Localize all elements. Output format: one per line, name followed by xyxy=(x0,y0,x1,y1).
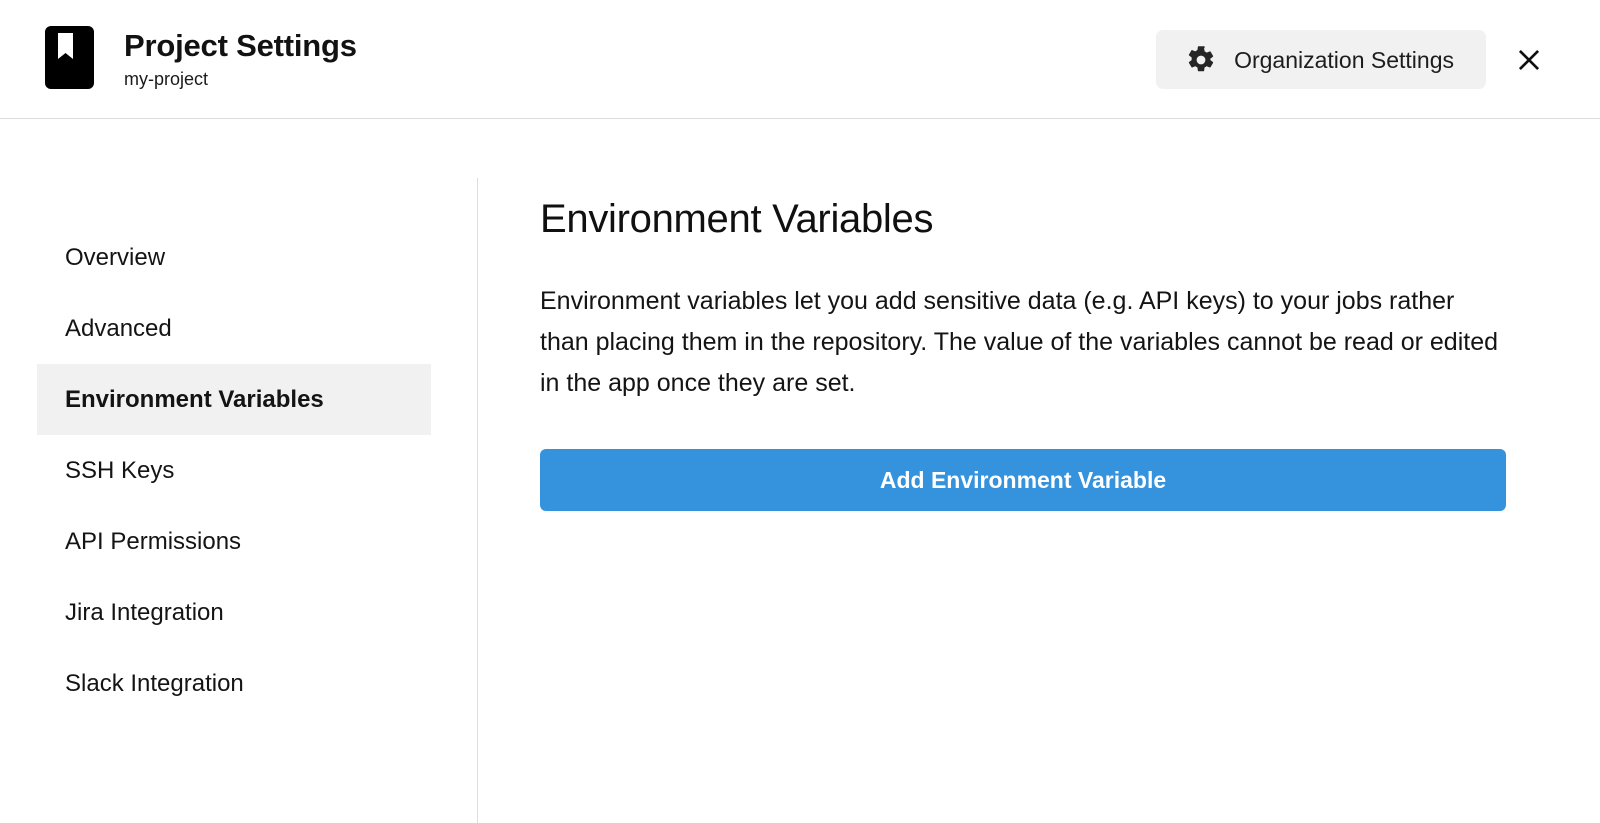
page-body: Overview Advanced Environment Variables … xyxy=(0,119,1600,823)
main-content: Environment Variables Environment variab… xyxy=(540,119,1540,511)
sidebar-item-advanced[interactable]: Advanced xyxy=(37,293,431,364)
content-divider xyxy=(477,178,478,823)
settings-sidebar: Overview Advanced Environment Variables … xyxy=(0,119,470,719)
project-settings-page: Project Settings my-project Organization… xyxy=(0,0,1600,823)
page-header: Project Settings my-project Organization… xyxy=(0,0,1600,119)
sidebar-item-jira-integration[interactable]: Jira Integration xyxy=(37,577,431,648)
page-title: Project Settings xyxy=(124,28,357,64)
close-icon xyxy=(1515,46,1543,74)
organization-settings-button[interactable]: Organization Settings xyxy=(1156,30,1486,89)
section-description: Environment variables let you add sensit… xyxy=(540,281,1503,404)
sidebar-item-ssh-keys[interactable]: SSH Keys xyxy=(37,435,431,506)
sidebar-item-environment-variables[interactable]: Environment Variables xyxy=(37,364,431,435)
close-button[interactable] xyxy=(1500,31,1558,89)
section-title: Environment Variables xyxy=(540,195,1540,243)
bookmark-logo-icon xyxy=(45,26,94,89)
gear-icon xyxy=(1186,45,1216,75)
sidebar-item-overview[interactable]: Overview xyxy=(37,222,431,293)
organization-settings-label: Organization Settings xyxy=(1234,47,1454,73)
brand: Project Settings my-project xyxy=(45,26,357,91)
sidebar-item-api-permissions[interactable]: API Permissions xyxy=(37,506,431,577)
project-name: my-project xyxy=(124,67,357,91)
add-environment-variable-button[interactable]: Add Environment Variable xyxy=(540,449,1506,511)
brand-text: Project Settings my-project xyxy=(124,26,357,91)
sidebar-item-slack-integration[interactable]: Slack Integration xyxy=(37,648,431,719)
header-actions: Organization Settings xyxy=(1156,0,1600,119)
